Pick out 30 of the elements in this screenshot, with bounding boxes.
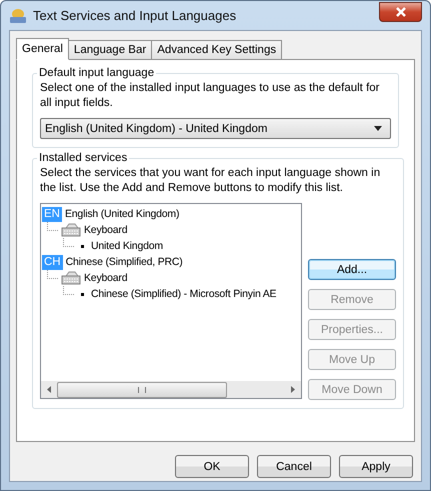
tree-item[interactable]: Chinese (Simplified) - Microsoft Pinyin AE (91, 288, 276, 300)
dialog-button[interactable]: Apply (339, 455, 413, 478)
close-button[interactable] (379, 2, 422, 22)
close-icon (394, 6, 406, 16)
tab[interactable]: Advanced Key Settings (151, 40, 282, 59)
tree-item[interactable]: Keyboard (84, 224, 128, 236)
language-badge: EN (42, 206, 62, 222)
bullet-icon (81, 244, 84, 248)
tree-item[interactable]: United Kingdom (91, 240, 163, 252)
scroll-left-icon[interactable] (47, 386, 51, 393)
group-title: Default input language (38, 67, 156, 79)
group-title: Installed services (38, 152, 128, 164)
window-title: Text Services and Input Languages (33, 8, 238, 23)
dialog-button[interactable]: OK (175, 455, 249, 478)
description: Select the services that you want for each input language shown in the list. Use the Add and Remove buttons to modify this list. (40, 166, 382, 196)
caret-icon (374, 126, 382, 131)
language-badge: CH (42, 254, 63, 270)
action-button[interactable]: Add... (308, 259, 396, 280)
tree-item[interactable]: Chinese (Simplified, PRC) (66, 256, 183, 268)
tree-item[interactable]: Keyboard (84, 272, 128, 284)
tree-item[interactable]: English (United Kingdom) (64, 208, 180, 220)
scroll-right-icon[interactable] (291, 386, 295, 393)
tab[interactable]: General (16, 38, 69, 60)
language-dropdown[interactable]: English (United Kingdom) - United Kingdom (40, 118, 391, 139)
tab[interactable]: Language Bar (68, 40, 152, 59)
bullet-icon (81, 292, 84, 296)
dialog-button[interactable]: Cancel (257, 455, 331, 478)
horizontal-scrollbar[interactable] (41, 381, 301, 398)
app-icon (9, 8, 27, 24)
description: Select one of the installed input languages to use as the default for all input fields. (40, 81, 380, 111)
